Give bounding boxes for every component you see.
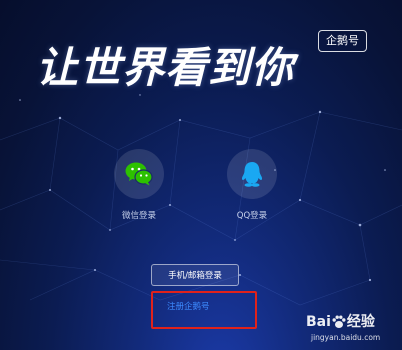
wechat-login-label: 微信登录 — [121, 211, 156, 221]
qq-login-button[interactable] — [227, 149, 277, 199]
watermark-url: jingyan.baidu.com — [311, 333, 381, 342]
watermark-brand-suffix: 经验 — [346, 314, 375, 330]
qq-icon — [241, 162, 263, 187]
qq-login-label: QQ登录 — [236, 211, 268, 221]
wechat-icon — [125, 162, 153, 186]
register-link[interactable]: 注册企鹅号 — [167, 300, 210, 312]
paw-icon — [332, 315, 346, 328]
baidu-jingyan-watermark: Bai 经验 — [306, 311, 375, 331]
phone-email-login-button[interactable]: 手机/邮箱登录 — [151, 264, 239, 286]
wechat-login-button[interactable] — [114, 149, 164, 199]
watermark-brand-text: Bai — [306, 314, 331, 330]
brand-badge: 企鹅号 — [318, 30, 367, 52]
hero-title: 让世界看到你 — [36, 43, 295, 92]
